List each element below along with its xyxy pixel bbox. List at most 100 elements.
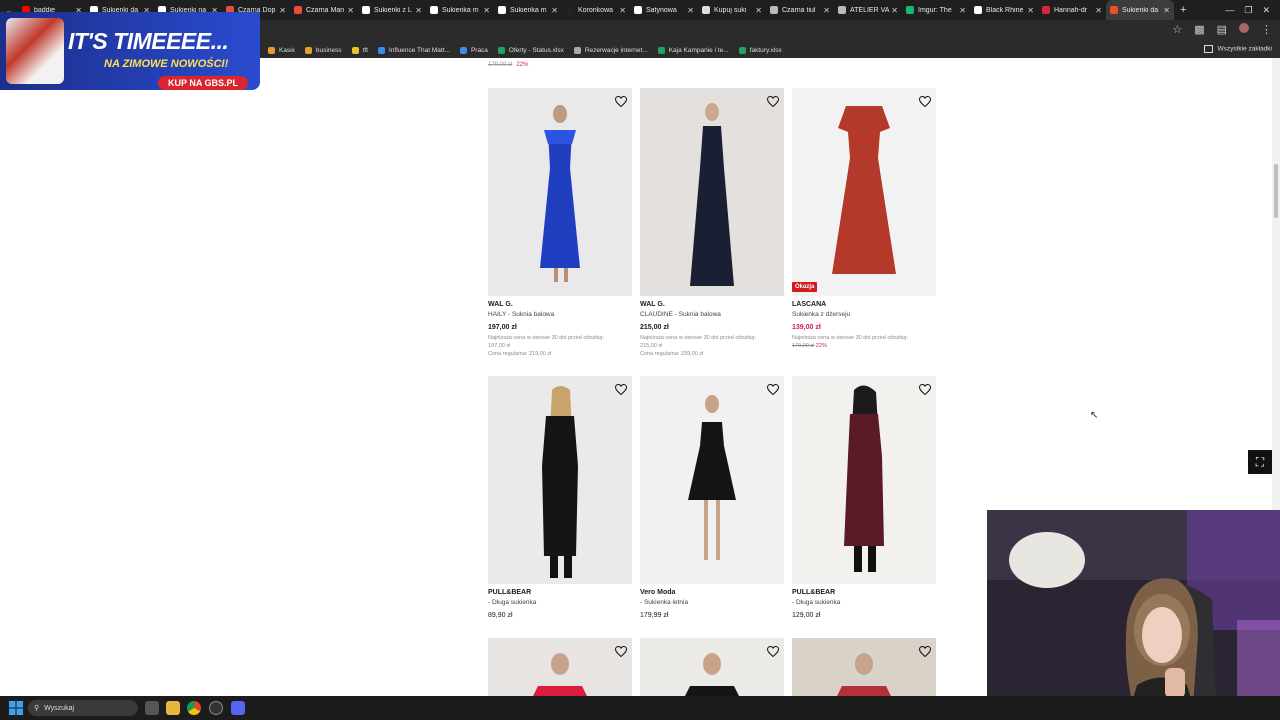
discord-icon[interactable] [231, 701, 245, 715]
product-name[interactable]: Sukienka z dżerseju [792, 311, 936, 318]
browser-tab[interactable]: Koronkowa ✕ [562, 0, 630, 20]
product-brand[interactable]: PULL&BEAR [488, 589, 632, 596]
product-name[interactable]: CLAUDINE - Suknia balowa [640, 311, 784, 318]
heart-icon[interactable] [614, 94, 628, 108]
heart-icon[interactable] [614, 644, 628, 658]
bookmark-item[interactable]: business [304, 46, 342, 54]
tab-close-icon[interactable]: ✕ [959, 6, 966, 15]
tab-close-icon[interactable]: ✕ [1095, 6, 1102, 15]
product-card[interactable]: PULL&BEAR - Długa sukienka 129,00 zł [792, 376, 936, 619]
product-name[interactable]: - Długa sukienka [488, 599, 632, 606]
heart-icon[interactable] [614, 382, 628, 396]
browser-tab[interactable]: Czarna Man ✕ [290, 0, 358, 20]
close-window-icon[interactable]: ✕ [1262, 5, 1270, 16]
crop-icon[interactable]: ⛶ [1248, 450, 1272, 474]
product-brand[interactable]: WAL G. [640, 301, 784, 308]
product-image[interactable] [640, 88, 784, 296]
browser-tab[interactable]: Sukienka m ✕ [426, 0, 494, 20]
tab-close-icon[interactable]: ✕ [823, 6, 830, 15]
product-image[interactable] [640, 638, 784, 696]
new-tab-button[interactable]: + [1180, 4, 1186, 16]
tab-close-icon[interactable]: ✕ [415, 6, 422, 15]
product-card[interactable]: WAL G. HAILY - Suknia balowa 197,00 zł Najn… [488, 88, 632, 358]
product-image[interactable] [488, 376, 632, 584]
search-placeholder: Wyszukaj [44, 704, 75, 712]
heart-icon[interactable] [918, 94, 932, 108]
tab-close-icon[interactable]: ✕ [619, 6, 626, 15]
heart-icon[interactable] [918, 644, 932, 658]
browser-tab[interactable]: Satynowa ✕ [630, 0, 698, 20]
tab-close-icon[interactable]: ✕ [347, 6, 354, 15]
product-brand[interactable]: WAL G. [488, 301, 632, 308]
tab-close-icon[interactable]: ✕ [1027, 6, 1034, 15]
taskbar-search[interactable]: ⚲ Wyszukaj [28, 700, 138, 716]
bookmark-item[interactable]: faktury.xlsx [738, 46, 782, 54]
product-name[interactable]: HAILY - Suknia balowa [488, 311, 632, 318]
product-image[interactable]: Okazja [792, 88, 936, 296]
regular-price-note: Cena regularna: 219,00 zł [488, 351, 552, 357]
product-brand[interactable]: PULL&BEAR [792, 589, 936, 596]
bookmark-item[interactable]: Influence That Matt... [377, 46, 450, 54]
product-image[interactable] [792, 638, 936, 696]
product-image[interactable] [640, 376, 784, 584]
product-card[interactable]: Vero Moda - Sukienka letnia 179,99 zł [640, 376, 784, 619]
browser-tab[interactable]: Czarna tiul ✕ [766, 0, 834, 20]
star-icon[interactable]: ☆ [1172, 23, 1182, 36]
scrollbar-thumb[interactable] [1274, 164, 1278, 218]
product-card[interactable]: Okazja LASCANA Sukienka z dżerseju 139,00 z… [792, 88, 936, 350]
product-name[interactable]: - Długa sukienka [792, 599, 936, 606]
minimize-icon[interactable]: — [1225, 5, 1234, 15]
heart-icon[interactable] [766, 644, 780, 658]
browser-tab[interactable]: Hannah-dr ✕ [1038, 0, 1106, 20]
product-name[interactable]: - Sukienka letnia [640, 599, 784, 606]
obs-icon[interactable] [209, 701, 223, 715]
product-card[interactable] [640, 638, 784, 696]
bookmark-item[interactable]: Praca [459, 46, 488, 54]
tab-close-icon[interactable]: ✕ [891, 6, 898, 15]
profile-avatar[interactable] [1239, 23, 1249, 33]
windows-start-icon[interactable] [9, 701, 23, 715]
product-card[interactable] [488, 638, 632, 696]
bookmark-item[interactable]: Kasix [268, 46, 295, 54]
bookmark-item[interactable]: Oferty - Status.xlsx [497, 46, 564, 54]
product-image[interactable] [792, 376, 936, 584]
file-explorer-icon[interactable] [166, 701, 180, 715]
browser-tab[interactable]: Imgur: The ✕ [902, 0, 970, 20]
heart-icon[interactable] [918, 382, 932, 396]
bookmark-item[interactable]: Rezerwacje internet... [573, 46, 648, 54]
heart-icon[interactable] [766, 94, 780, 108]
browser-tab[interactable]: Sukienki da ✕ [1106, 0, 1174, 20]
tab-close-icon[interactable]: ✕ [483, 6, 490, 15]
tab-close-icon[interactable]: ✕ [279, 6, 286, 15]
browser-tab[interactable]: Kupuj suki ✕ [698, 0, 766, 20]
browser-tab[interactable]: Black Rhine ✕ [970, 0, 1038, 20]
product-image[interactable] [488, 638, 632, 696]
ad-cta-button[interactable]: KUP NA GBS.PL [158, 76, 249, 90]
tab-close-icon[interactable]: ✕ [687, 6, 694, 15]
browser-tab[interactable]: ATELIER VA ✕ [834, 0, 902, 20]
bookmark-item[interactable]: tft [351, 46, 368, 54]
menu-icon[interactable]: ⋮ [1261, 23, 1272, 36]
product-card[interactable]: WAL G. CLAUDINE - Suknia balowa 215,00 zł N… [640, 88, 784, 358]
all-bookmarks-link[interactable]: Wszystkie zakładki [1204, 45, 1272, 53]
tab-favicon-icon [294, 6, 302, 14]
heart-icon[interactable] [766, 382, 780, 396]
product-card[interactable]: PULL&BEAR - Długa sukienka 89,90 zł [488, 376, 632, 619]
extensions-icon[interactable]: ▩ [1194, 23, 1204, 36]
task-view-icon[interactable] [145, 701, 159, 715]
product-card[interactable] [792, 638, 936, 696]
tab-close-icon[interactable]: ✕ [755, 6, 762, 15]
bookmark-item[interactable]: Kaja Kampanie i te... [657, 46, 729, 54]
product-image[interactable] [488, 88, 632, 296]
product-brand[interactable]: Vero Moda [640, 589, 784, 596]
chrome-icon[interactable] [187, 701, 201, 715]
gbs-ad-banner[interactable]: IT'S TIMEEEE... NA ZIMOWE NOWOŚCI! KUP N… [0, 12, 260, 90]
maximize-icon[interactable]: ❐ [1244, 5, 1252, 16]
browser-tab[interactable]: Sukienki z L ✕ [358, 0, 426, 20]
tab-close-icon[interactable]: ✕ [551, 6, 558, 15]
tab-close-icon[interactable]: ✕ [1163, 6, 1170, 15]
bookmark-label: tft [362, 46, 368, 54]
sidebar-icon[interactable]: ▤ [1217, 23, 1227, 36]
browser-tab[interactable]: Sukienka m ✕ [494, 0, 562, 20]
product-brand[interactable]: LASCANA [792, 301, 936, 308]
